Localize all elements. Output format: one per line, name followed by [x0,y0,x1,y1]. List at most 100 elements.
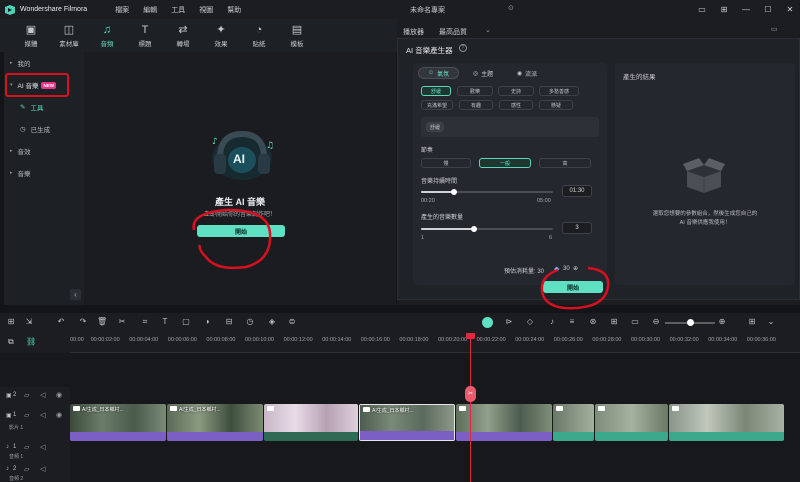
tempo-high[interactable]: 高 [539,158,591,168]
collapse-sidebar-button[interactable]: ‹ [70,289,81,300]
menu-file[interactable]: 檔案 [115,5,129,15]
title-bar: Wondershare Filmora 檔案 編輯 工具 視圖 幫助 未命名專案… [0,0,800,19]
layout-icon[interactable]: ⊞ [6,317,16,326]
mood-chip[interactable]: 史詩 [498,86,534,96]
eye-icon[interactable]: ◉ [56,391,62,399]
mood-chip[interactable]: 感性 [499,100,533,110]
link-icon[interactable]: ⛓ [26,337,36,346]
sidebar-item-sfx[interactable]: ▸ 音效 [4,140,84,162]
project-info-icon[interactable]: ⊙ [508,4,514,12]
tool-stock[interactable]: ◫ 素材庫 [50,19,88,52]
maximize-icon[interactable]: ☐ [762,3,774,15]
mood-chip[interactable]: 有趣 [459,100,493,110]
zoom-in-icon[interactable]: ⊕ [717,317,727,326]
speaker-icon[interactable]: ◁ [40,411,45,419]
count-value[interactable]: 3 [562,222,592,234]
video-clip[interactable]: AI生成_日本鄉村... [70,404,166,441]
play-icon[interactable]: ⊳ [504,317,514,326]
video-clip[interactable] [264,404,358,441]
eye-icon[interactable]: ◉ [56,411,62,419]
tool-sticker[interactable]: ◔ 貼紙 [240,19,278,52]
sidebar-item-generated[interactable]: ◷ 已生成 [4,118,84,140]
playhead-handle[interactable] [466,333,475,339]
tool-effects[interactable]: ✦ 效果 [202,19,240,52]
video-clip-icon [459,406,466,411]
undo-icon[interactable]: ↶ [56,317,66,326]
video-clip[interactable] [553,404,594,441]
mood-chip[interactable]: 懸疑 [539,100,573,110]
menu-help[interactable]: 幫助 [227,5,241,15]
speaker-icon[interactable]: ◁ [40,465,45,473]
close-icon[interactable]: ✕ [784,3,796,15]
menu-grid-icon[interactable]: ⊞ [718,3,730,15]
quality-select[interactable]: 最高品質 [439,27,467,37]
video-clip[interactable]: AI生成_日本鄉村... [167,404,263,441]
ai-tool-icon[interactable]: ⊜ [287,317,297,326]
count-slider-knob[interactable] [470,226,477,232]
split-marker-icon[interactable]: ✂ [465,386,476,402]
sidebar-item-mine[interactable]: ▸ 我的 [4,52,84,74]
split-icon[interactable]: ⊞ [609,317,619,326]
zoom-slider-knob[interactable] [687,319,694,326]
folder-icon[interactable]: ▱ [24,391,29,399]
save-icon[interactable]: ▭ [696,3,708,15]
tab-theme[interactable]: ◎ 主題 [465,67,501,79]
timeline-ruler[interactable]: 00:00 00:00:02:00 00:00:04:00 00:00:06:00 00… [70,333,800,353]
folder-icon[interactable]: ▱ [24,443,29,451]
ruler-tick-label: 00:00:14:00 [322,337,352,343]
folder-icon[interactable]: ▱ [24,411,29,419]
sidebar-item-tools[interactable]: ✎ 工具 [4,96,84,118]
select-icon[interactable]: ⇲ [24,317,34,326]
caption-icon[interactable]: ▭ [630,317,640,326]
duration-slider-knob[interactable] [451,189,457,195]
tool-transition[interactable]: ⇄ 轉場 [164,19,202,52]
frame-icon[interactable]: ▢ [181,317,191,326]
menu-tools[interactable]: 工具 [171,5,185,15]
minimize-icon[interactable]: — [740,3,752,15]
speed-icon[interactable]: ⊟ [224,317,234,326]
keyframe-icon[interactable]: ◈ [267,317,277,326]
tempo-normal[interactable]: 一般 [479,158,531,168]
tool-title[interactable]: T 標題 [126,19,164,52]
tab-genre[interactable]: ◉ 流派 [507,67,547,79]
snapshot-icon[interactable]: ▭ [771,25,778,33]
color-icon[interactable]: ◑ [202,317,212,326]
grid-icon[interactable]: ⊞ [747,317,757,326]
video-clip[interactable] [595,404,668,441]
video-clip-selected[interactable]: AI生成_日本鄉村... [359,404,455,441]
tool-media[interactable]: ▣ 媒體 [12,19,50,52]
speaker-icon[interactable]: ◁ [40,443,45,451]
menu-view[interactable]: 視圖 [199,5,213,15]
mood-chip[interactable]: 多愁善感 [539,86,579,96]
duration-value[interactable]: 01:30 [562,185,592,197]
sidebar-item-music[interactable]: ▸ 音樂 [4,162,84,184]
tool-template[interactable]: ▤ 模板 [278,19,316,52]
mood-chip[interactable]: 舒緩 [421,86,451,96]
mood-chip[interactable]: 歡樂 [457,86,493,96]
menu-edit[interactable]: 編輯 [143,5,157,15]
mic-icon[interactable]: ♪ [547,317,557,326]
list-icon[interactable]: ≡ [567,317,577,326]
crop-icon[interactable]: ⌗ [140,317,150,327]
mood-chip[interactable]: 充滿希望 [421,100,453,110]
zoom-out-icon[interactable]: ⊖ [651,317,661,326]
timer-icon[interactable]: ◷ [245,317,255,326]
tool-audio[interactable]: ♫ 音頻 [88,19,126,52]
result-hint-1: 選取您想要的參數組合，然後生成您自己的 [652,211,758,217]
shield-icon[interactable]: ◇ [525,317,535,326]
render-icon[interactable] [482,317,493,328]
tempo-slow[interactable]: 慢 [421,158,471,168]
text-icon[interactable]: T [160,317,170,326]
delete-icon[interactable]: 🗑 [97,317,107,326]
help-icon[interactable]: ? [459,44,467,52]
redo-icon[interactable]: ↷ [78,317,88,326]
ai-cut-icon[interactable]: ⊛ [588,317,598,326]
video-clip[interactable] [669,404,784,441]
tab-mood[interactable]: ☺ 氣氛 [418,67,459,79]
folder-icon[interactable]: ▱ [24,465,29,473]
speaker-icon[interactable]: ◁ [40,391,45,399]
selected-tag[interactable]: 舒緩 [426,122,444,132]
cut-icon[interactable]: ✂ [117,317,127,326]
add-track-icon[interactable]: ⧉ [8,337,14,347]
more-chevron-icon[interactable]: ⌄ [766,317,776,326]
